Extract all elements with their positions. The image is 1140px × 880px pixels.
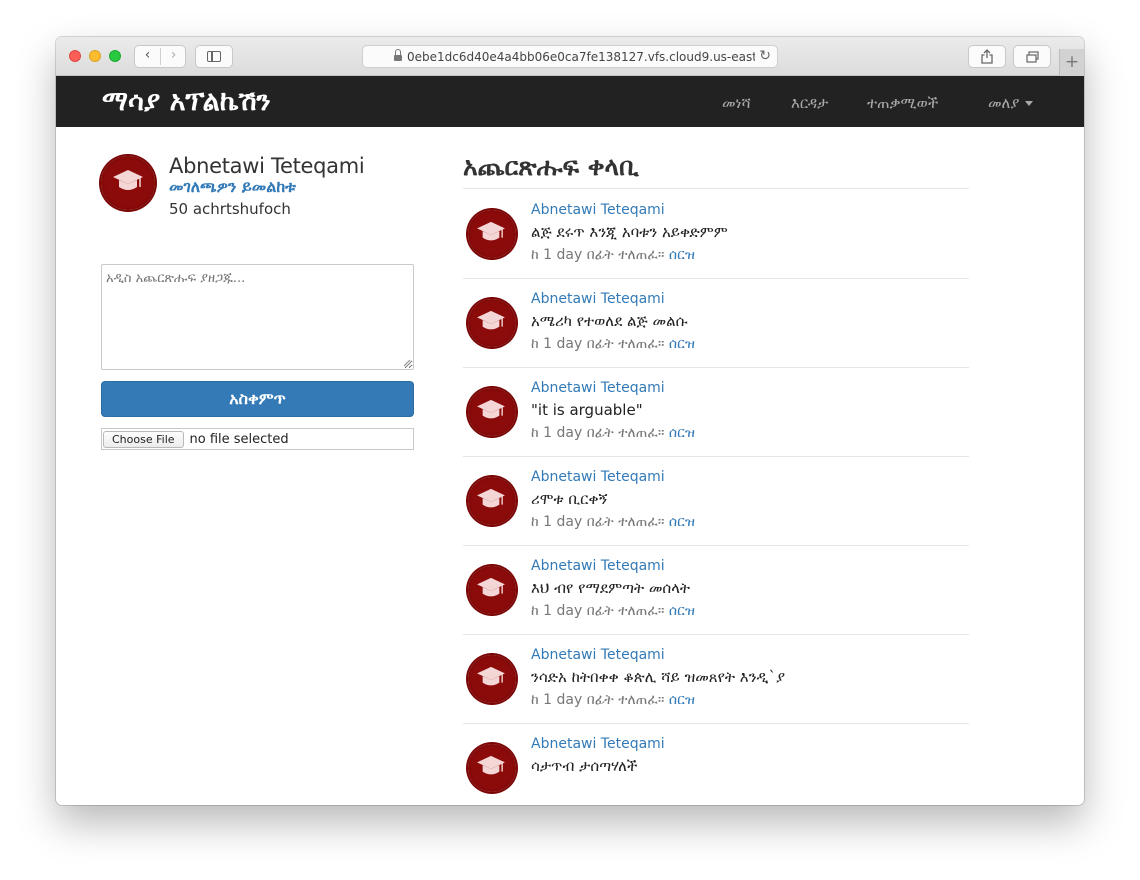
history-nav-buttons: ‹ › bbox=[134, 45, 186, 68]
browser-window: ‹ › 0ebe1dc6d40e4a4bb06e0ca7fe138127.vfs… bbox=[56, 37, 1084, 805]
feed-item-text: ሪሞቱ ቢርቀኝ bbox=[531, 490, 608, 508]
avatar[interactable] bbox=[468, 388, 516, 436]
feed-item-author[interactable]: Abnetawi Teteqami bbox=[531, 736, 665, 752]
graduation-cap-icon bbox=[477, 577, 505, 597]
delete-post-link[interactable]: ሰርዝ bbox=[669, 692, 695, 708]
post-count: 50 achrtshufoch bbox=[169, 200, 291, 218]
page-content: Abnetawi Teteqami መገለጫዎን ይመልከቱ 50 achrts… bbox=[56, 127, 1084, 805]
feed-item-author[interactable]: Abnetawi Teteqami bbox=[531, 380, 665, 396]
file-status: no file selected bbox=[189, 431, 289, 447]
new-tab-button[interactable]: + bbox=[1059, 49, 1084, 76]
reload-icon[interactable]: ↻ bbox=[755, 48, 771, 64]
close-window-button[interactable] bbox=[69, 50, 81, 62]
delete-post-link[interactable]: ሰርዝ bbox=[669, 514, 695, 530]
app-navbar: ማሳያ አፕልኬሽን መነሻ እርዳታ ተጠቃሚወች መለያ bbox=[56, 76, 1084, 127]
feed-item: Abnetawi Teteqami ንሳድአ ከትበቀቀ ቆጵሊ ሻይ ዝመጸየት… bbox=[463, 634, 969, 723]
feed-item: Abnetawi Teteqami ልጅ ደሩጥ እንጂ አባቱን አይቀድምም ከ… bbox=[463, 189, 969, 278]
avatar[interactable] bbox=[468, 299, 516, 347]
feed-item-author[interactable]: Abnetawi Teteqami bbox=[531, 202, 665, 218]
resize-handle-icon[interactable] bbox=[402, 358, 411, 367]
feed-item-author[interactable]: Abnetawi Teteqami bbox=[531, 558, 665, 574]
nav-item-home[interactable]: መነሻ bbox=[722, 94, 751, 112]
share-icon bbox=[981, 49, 993, 64]
feed-item-timestamp: ከ 1 day በፊት ተለጠፈ። bbox=[531, 247, 665, 263]
avatar[interactable] bbox=[468, 566, 516, 614]
feed-item-timestamp: ከ 1 day በፊት ተለጠፈ። bbox=[531, 692, 665, 708]
graduation-cap-icon bbox=[477, 310, 505, 330]
nav-item-help[interactable]: እርዳታ bbox=[791, 94, 828, 112]
feed-item-meta: ከ 1 day በፊት ተለጠፈ። ሰርዝ bbox=[531, 247, 695, 263]
feed-title: አጨርጽሑፍ ቀላቢ bbox=[463, 152, 639, 181]
image-file-input[interactable]: Choose File no file selected bbox=[101, 428, 414, 450]
feed-item-timestamp: ከ 1 day በፊት ተለጠፈ። bbox=[531, 425, 665, 441]
feed-item: Abnetawi Teteqami ሳታጥብ ታሰጣሃለች bbox=[463, 723, 969, 805]
feed-item-timestamp: ከ 1 day በፊት ተለጠፈ። bbox=[531, 336, 665, 352]
post-content-input[interactable] bbox=[101, 264, 414, 370]
nav-item-account[interactable]: መለያ bbox=[988, 94, 1034, 112]
caret-down-icon bbox=[1025, 101, 1034, 106]
share-button[interactable] bbox=[968, 45, 1006, 68]
delete-post-link[interactable]: ሰርዝ bbox=[669, 603, 695, 619]
sidebar-toggle-button[interactable] bbox=[195, 45, 233, 68]
feed-item-meta: ከ 1 day በፊት ተለጠፈ። ሰርዝ bbox=[531, 514, 695, 530]
avatar[interactable] bbox=[468, 744, 516, 792]
avatar[interactable] bbox=[468, 477, 516, 525]
graduation-cap-icon bbox=[477, 399, 505, 419]
back-icon[interactable]: ‹ bbox=[135, 47, 160, 63]
submit-post-button[interactable]: አስቀምጥ bbox=[101, 381, 414, 417]
choose-file-button[interactable]: Choose File bbox=[103, 430, 184, 448]
view-profile-link[interactable]: መገለጫዎን ይመልከቱ bbox=[169, 177, 296, 197]
url-text: 0ebe1dc6d40e4a4bb06e0ca7fe138127.vfs.clo… bbox=[407, 49, 762, 64]
delete-post-link[interactable]: ሰርዝ bbox=[669, 247, 695, 263]
minimize-window-button[interactable] bbox=[89, 50, 101, 62]
graduation-cap-icon bbox=[477, 755, 505, 775]
show-tabs-button[interactable] bbox=[1013, 45, 1051, 68]
graduation-cap-icon bbox=[477, 221, 505, 241]
profile-name: Abnetawi Teteqami bbox=[169, 154, 365, 178]
feed-item: Abnetawi Teteqami እህ ብየ የማደምጣት መሰላት ከ 1 da… bbox=[463, 545, 969, 634]
feed-item-meta: ከ 1 day በፊት ተለጠፈ። ሰርዝ bbox=[531, 692, 695, 708]
plus-icon: + bbox=[1064, 52, 1080, 72]
feed-item-text: እህ ብየ የማደምጣት መሰላት bbox=[531, 579, 691, 597]
feed-item-author[interactable]: Abnetawi Teteqami bbox=[531, 647, 665, 663]
feed-item-text: አሜሪካ የተወለደ ልጅ መልሱ bbox=[531, 312, 688, 330]
brand-logo[interactable]: ማሳያ አፕልኬሽን bbox=[102, 86, 271, 118]
graduation-cap-icon bbox=[113, 170, 143, 190]
feed-item: Abnetawi Teteqami "it is arguable" ከ 1 day… bbox=[463, 367, 969, 456]
feed-item-text: ንሳድአ ከትበቀቀ ቆጵሊ ሻይ ዝመጸየት እንዲ`ያ bbox=[531, 668, 786, 686]
graduation-cap-icon bbox=[477, 488, 505, 508]
feed-item-text: ልጅ ደሩጥ እንጂ አባቱን አይቀድምም bbox=[531, 223, 728, 241]
feed-item-text: ሳታጥብ ታሰጣሃለች bbox=[531, 757, 638, 775]
zoom-window-button[interactable] bbox=[109, 50, 121, 62]
feed-item-timestamp: ከ 1 day በፊት ተለጠፈ። bbox=[531, 514, 665, 530]
lock-icon bbox=[394, 49, 402, 61]
avatar[interactable] bbox=[468, 655, 516, 703]
feed-item: Abnetawi Teteqami አሜሪካ የተወለደ ልጅ መልሱ ከ 1 da… bbox=[463, 278, 969, 367]
browser-titlebar: ‹ › 0ebe1dc6d40e4a4bb06e0ca7fe138127.vfs… bbox=[56, 37, 1084, 76]
avatar[interactable] bbox=[101, 156, 155, 210]
feed-item-text: "it is arguable" bbox=[531, 401, 643, 419]
feed-item-meta: ከ 1 day በፊት ተለጠፈ። ሰርዝ bbox=[531, 336, 695, 352]
graduation-cap-icon bbox=[477, 666, 505, 686]
feed-item-author[interactable]: Abnetawi Teteqami bbox=[531, 291, 665, 307]
nav-item-users[interactable]: ተጠቃሚወች bbox=[867, 94, 938, 112]
avatar[interactable] bbox=[468, 210, 516, 258]
address-bar[interactable]: 0ebe1dc6d40e4a4bb06e0ca7fe138127.vfs.clo… bbox=[362, 45, 778, 68]
feed-item-meta: ከ 1 day በፊት ተለጠፈ። ሰርዝ bbox=[531, 425, 695, 441]
feed-item-meta: ከ 1 day በፊት ተለጠፈ። ሰርዝ bbox=[531, 603, 695, 619]
delete-post-link[interactable]: ሰርዝ bbox=[669, 336, 695, 352]
feed-item-timestamp: ከ 1 day በፊት ተለጠፈ። bbox=[531, 603, 665, 619]
feed-item: Abnetawi Teteqami ሪሞቱ ቢርቀኝ ከ 1 day በፊት ተለጠ… bbox=[463, 456, 969, 545]
delete-post-link[interactable]: ሰርዝ bbox=[669, 425, 695, 441]
tabs-icon bbox=[1025, 50, 1039, 63]
sidebar-icon bbox=[207, 51, 221, 62]
account-label: መለያ bbox=[988, 94, 1020, 112]
feed-item-author[interactable]: Abnetawi Teteqami bbox=[531, 469, 665, 485]
forward-icon[interactable]: › bbox=[161, 47, 186, 63]
